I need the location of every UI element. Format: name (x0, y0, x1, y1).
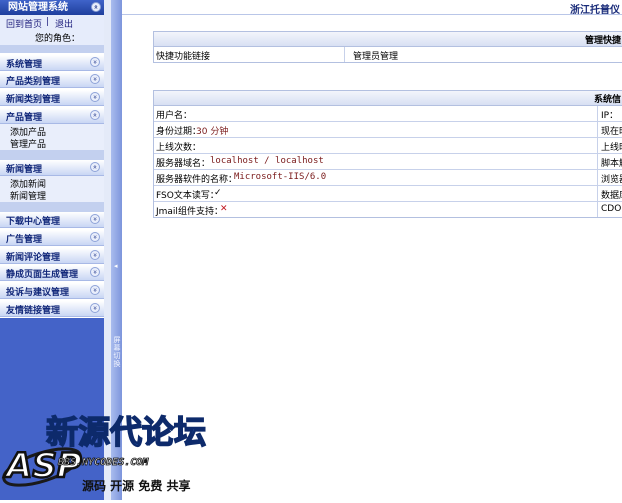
quick-row: 快捷功能链接 管理员管理 (154, 47, 622, 62)
link-separator: | (46, 17, 50, 27)
menu-download-center[interactable]: 下载中心管理 » (0, 212, 104, 228)
system-info-panel: 系统信 用户名： IP： 身份过期： 30 分钟 现在时 上线次数： 上线时 服… (153, 90, 622, 218)
forum-slogan: 源码 开源 免费 共享 (82, 478, 191, 493)
info-right-label: IP： (601, 111, 619, 121)
info-value: Microsoft-IIS/6.0 (234, 172, 327, 182)
role-label: 您的角色： (35, 34, 81, 44)
info-row-expiry: 身份过期： 30 分钟 现在时 (154, 122, 622, 138)
info-value: localhost / localhost (210, 156, 324, 166)
menu-system[interactable]: 系统管理 » (0, 55, 104, 71)
info-row-login-count: 上线次数： 上线时 (154, 138, 622, 154)
forum-title: 新源代论坛 (46, 413, 206, 451)
menu-label: 系统管理 (6, 60, 43, 70)
menu-label: 友情链接管理 (6, 306, 61, 316)
screen-toggle-label: 屏幕切换 (113, 336, 121, 368)
menu-label: 产品类别管理 (6, 77, 61, 87)
menu-gap (0, 150, 104, 160)
column-divider (597, 106, 598, 121)
system-info-header: 系统信 (154, 91, 622, 106)
chevron-down-icon: » (90, 267, 100, 277)
watermark-graphic: ASP 新源代论坛 BBS.NYCODES.COM 源码 开源 免费 共享 (2, 412, 207, 493)
info-row-server-domain: 服务器域名： localhost / localhost 脚本解 (154, 154, 622, 170)
forum-url: BBS.NYCODES.COM (57, 457, 149, 468)
news-submenu: 添加新闻 新闻管理 (0, 176, 104, 202)
system-title: 网站管理系统 (8, 2, 68, 13)
info-label: 用户名： (156, 111, 193, 121)
menu-label: 静成页面生成管理 (6, 270, 79, 280)
submenu-manage-product[interactable]: 管理产品 (10, 137, 46, 150)
menu-label: 产品管理 (6, 113, 43, 123)
info-label: 服务器软件的名称： (156, 175, 238, 185)
column-divider (597, 122, 598, 137)
info-right-label: CDONT (601, 204, 622, 214)
top-header: 浙江托普仪 (122, 0, 622, 16)
sidebar-band (0, 45, 104, 53)
cross-icon: ✕ (220, 204, 228, 214)
menu-product-category[interactable]: 产品类别管理 » (0, 72, 104, 88)
info-label: FSO文本读写： (156, 191, 219, 201)
menu-label: 广告管理 (6, 235, 43, 245)
info-value: 30 分钟 (196, 127, 229, 137)
info-right-label: 脚本解 (601, 159, 622, 169)
chevron-up-icon: » (90, 110, 100, 120)
sidebar-title-bar: 网站管理系统 » (0, 0, 104, 15)
forum-watermark: ASP 新源代论坛 BBS.NYCODES.COM 源码 开源 免费 共享 (0, 395, 230, 500)
menu-label: 新闻评论管理 (6, 253, 61, 263)
menu-label: 下载中心管理 (6, 217, 61, 227)
chevron-down-icon: » (90, 303, 100, 313)
column-divider (597, 186, 598, 201)
column-divider (597, 202, 598, 217)
info-right-label: 上线时 (601, 143, 622, 153)
role-row: 您的角色： (0, 29, 104, 45)
quick-panel: 管理快捷 快捷功能链接 管理员管理 (153, 31, 622, 63)
product-submenu: 添加产品 管理产品 (0, 124, 104, 150)
collapse-arrow-icon[interactable]: ◂ (114, 262, 118, 270)
quick-panel-title: 管理快捷 (584, 36, 621, 46)
menu-news-category[interactable]: 新闻类别管理 » (0, 90, 104, 106)
info-right-label: 现在时 (601, 127, 622, 137)
check-icon: ✓ (214, 188, 222, 198)
menu-friend-links[interactable]: 友情链接管理 » (0, 301, 104, 317)
menu-product[interactable]: 产品管理 » (0, 108, 104, 124)
quick-links-label: 快捷功能链接 (156, 52, 211, 62)
quick-links: 回到首页 | 退出 (0, 15, 104, 30)
info-label: 身份过期： (156, 127, 202, 137)
chevron-down-icon: » (90, 250, 100, 260)
info-row-server-software: 服务器软件的名称： Microsoft-IIS/6.0 浏览器 (154, 170, 622, 186)
system-info-title: 系统信 (593, 95, 621, 105)
submenu-manage-news[interactable]: 新闻管理 (10, 189, 46, 202)
quick-panel-header: 管理快捷 (154, 32, 622, 47)
column-divider (344, 47, 345, 62)
info-right-label: 数据库 (601, 191, 622, 201)
menu-label: 投诉与建议管理 (6, 288, 70, 298)
menu-static-pages[interactable]: 静成页面生成管理 » (0, 265, 104, 281)
menu-label: 新闻管理 (6, 165, 43, 175)
chevron-up-icon: » (90, 162, 100, 172)
info-label: 服务器域名： (156, 159, 211, 169)
info-label: 上线次数： (156, 143, 202, 153)
company-title: 浙江托普仪 (570, 5, 620, 16)
menu-news-comments[interactable]: 新闻评论管理 » (0, 248, 104, 264)
column-divider (597, 170, 598, 185)
column-divider (597, 154, 598, 169)
menu-complaints[interactable]: 投诉与建议管理 » (0, 283, 104, 299)
info-right-label: 浏览器 (601, 175, 622, 185)
chevron-up-icon[interactable]: » (91, 2, 101, 12)
menu-news[interactable]: 新闻管理 » (0, 160, 104, 176)
chevron-down-icon: » (90, 285, 100, 295)
chevron-down-icon: » (90, 232, 100, 242)
column-divider (597, 138, 598, 153)
info-row-fso: FSO文本读写： ✓ 数据库 (154, 186, 622, 202)
chevron-down-icon: » (90, 92, 100, 102)
chevron-down-icon: » (90, 74, 100, 84)
menu-ads[interactable]: 广告管理 » (0, 230, 104, 246)
admin-manage-link[interactable]: 管理员管理 (353, 49, 398, 62)
info-row-jmail: Jmail组件支持： ✕ CDONT (154, 202, 622, 217)
chevron-down-icon: » (90, 214, 100, 224)
menu-gap (0, 202, 104, 212)
menu-label: 新闻类别管理 (6, 95, 61, 105)
info-label: Jmail组件支持： (156, 207, 223, 217)
info-row-username: 用户名： IP： (154, 106, 622, 122)
chevron-down-icon: » (90, 57, 100, 67)
